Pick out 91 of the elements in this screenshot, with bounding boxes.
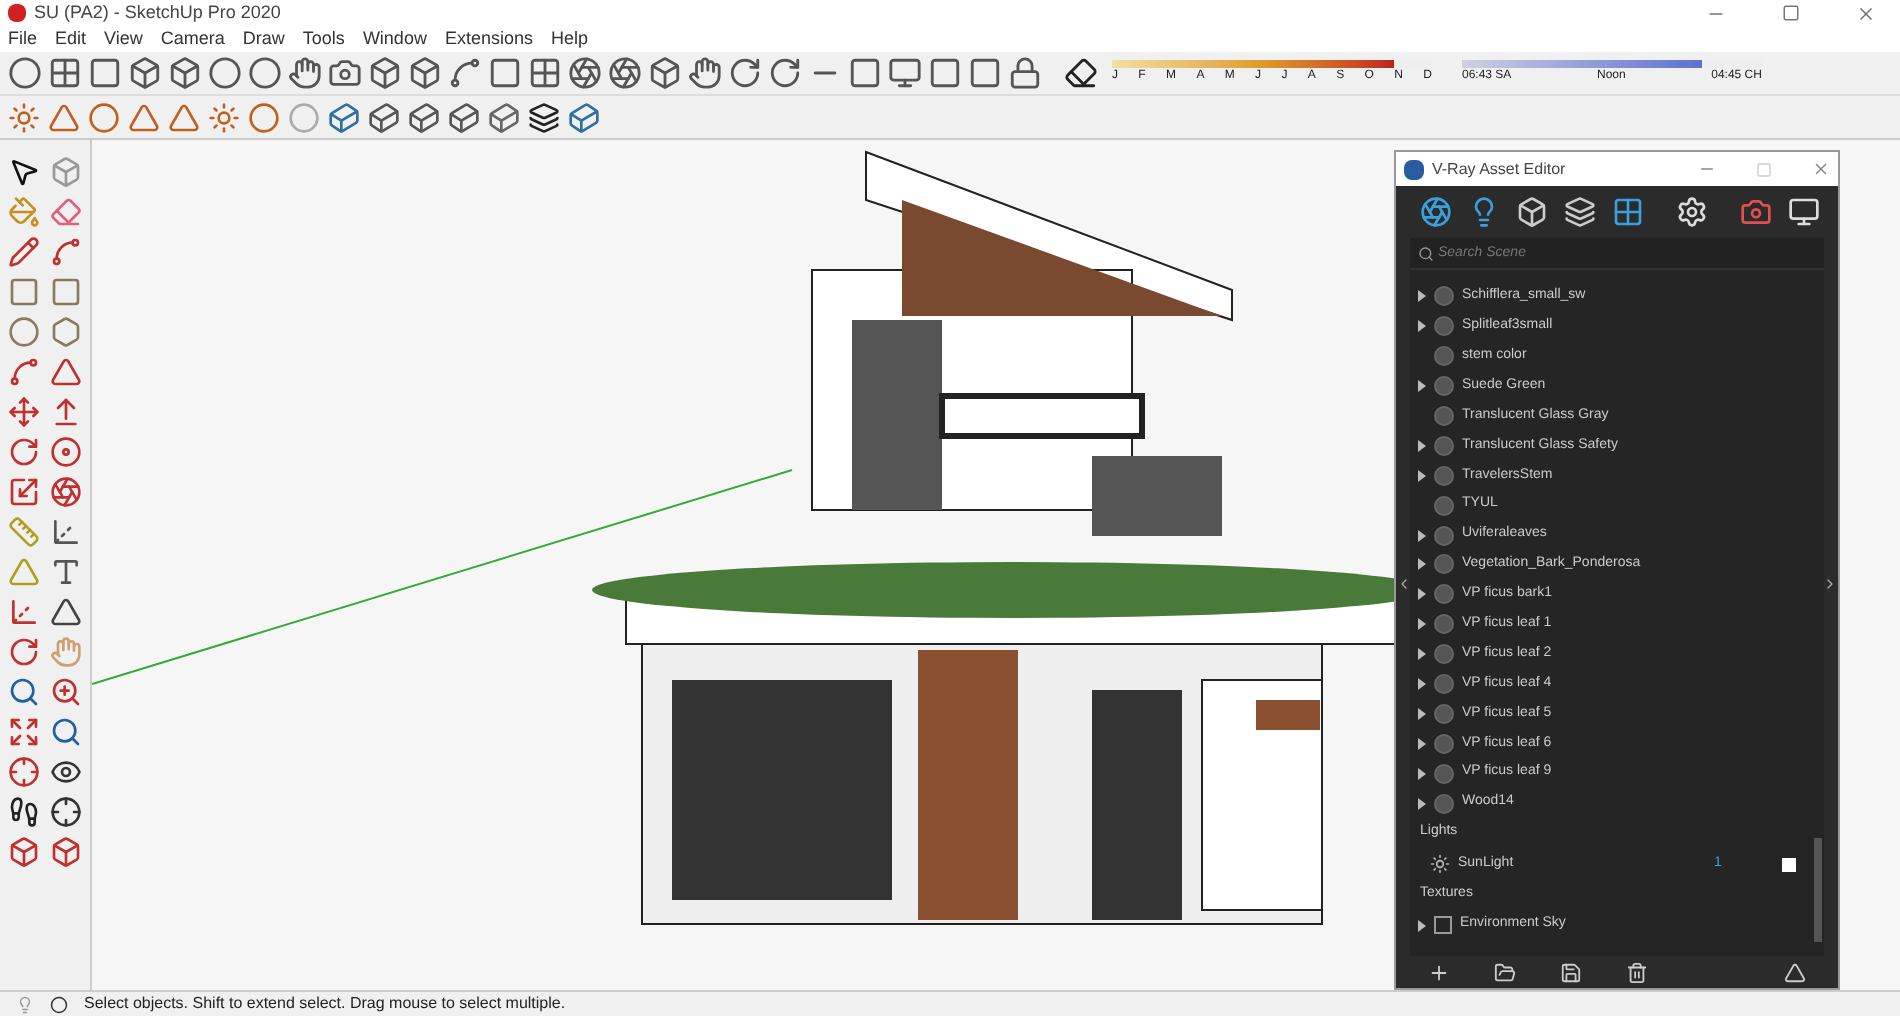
material-swatch-icon bbox=[1434, 763, 1454, 784]
lock-icon[interactable] bbox=[1008, 56, 1042, 90]
expand-arrow-icon[interactable] bbox=[1418, 797, 1426, 810]
menu-item[interactable]: Tools bbox=[302, 25, 345, 53]
front-view-icon[interactable] bbox=[168, 56, 202, 90]
expand-arrow-icon[interactable] bbox=[1418, 469, 1426, 482]
delete-icon[interactable] bbox=[1626, 961, 1648, 983]
pointer-icon[interactable] bbox=[8, 156, 41, 188]
expand-arrow-icon[interactable] bbox=[1418, 380, 1426, 393]
expand-arrow-icon[interactable] bbox=[1418, 320, 1426, 333]
save-icon[interactable] bbox=[1560, 961, 1582, 983]
select-hand-icon[interactable] bbox=[288, 56, 322, 90]
material-swatch-icon bbox=[1434, 406, 1454, 426]
scrollbar[interactable] bbox=[1814, 838, 1822, 942]
material-swatch-icon bbox=[1434, 286, 1454, 307]
crosshair-icon[interactable] bbox=[49, 796, 82, 828]
material-swatch-icon bbox=[1434, 703, 1454, 724]
rotated-rectangle-icon[interactable] bbox=[49, 276, 82, 308]
collapse-right-icon[interactable] bbox=[1822, 576, 1838, 592]
menu-item[interactable]: Window bbox=[362, 25, 427, 53]
collapse-left-icon[interactable] bbox=[1396, 576, 1412, 592]
close-icon[interactable] bbox=[1812, 160, 1830, 178]
material-swatch-icon bbox=[1434, 674, 1454, 695]
material-swatch-icon bbox=[1434, 554, 1454, 575]
push-pull-icon[interactable] bbox=[49, 396, 82, 428]
layers-icon[interactable] bbox=[1564, 196, 1596, 228]
axes-icon[interactable] bbox=[8, 596, 41, 628]
rotate-icon[interactable] bbox=[8, 436, 41, 468]
vray-window-title: V-Ray Asset Editor bbox=[1432, 157, 1566, 181]
expand-arrow-icon[interactable] bbox=[1418, 618, 1426, 631]
sun-icon[interactable] bbox=[1430, 854, 1450, 875]
expand-arrow-icon[interactable] bbox=[1418, 439, 1426, 452]
menu-item[interactable]: View bbox=[104, 25, 143, 53]
app-logo-icon bbox=[8, 4, 26, 22]
rectangle-icon[interactable] bbox=[8, 276, 41, 308]
material-swatch-icon bbox=[1434, 644, 1454, 665]
expand-arrow-icon[interactable] bbox=[1418, 707, 1426, 720]
pencil-icon[interactable] bbox=[8, 236, 41, 268]
arc-icon[interactable] bbox=[8, 356, 41, 388]
material-swatch-icon bbox=[1434, 435, 1454, 456]
material-swatch-icon bbox=[1434, 376, 1454, 397]
material-swatch-icon bbox=[1434, 316, 1454, 337]
search-icon[interactable] bbox=[1418, 246, 1434, 262]
expand-arrow-icon[interactable] bbox=[1418, 588, 1426, 601]
expand-arrow-icon[interactable] bbox=[1418, 678, 1426, 691]
text-icon[interactable] bbox=[49, 556, 82, 588]
vray-render-icon[interactable] bbox=[328, 56, 362, 90]
render-icon[interactable] bbox=[1740, 196, 1772, 228]
look-around-icon[interactable] bbox=[49, 756, 82, 788]
expand-arrow-icon[interactable] bbox=[1418, 767, 1426, 780]
expand-arrow-icon[interactable] bbox=[1418, 558, 1426, 571]
orbit-icon[interactable] bbox=[8, 636, 41, 668]
material-swatch-icon bbox=[1434, 495, 1454, 516]
maximize-icon[interactable] bbox=[1782, 4, 1800, 22]
expand-arrow-icon[interactable] bbox=[1418, 737, 1426, 750]
polygon-icon[interactable] bbox=[49, 316, 82, 348]
menu-item[interactable]: Draw bbox=[242, 25, 285, 53]
menu-item[interactable]: Extensions bbox=[444, 25, 533, 53]
material-swatch-icon bbox=[1434, 793, 1454, 814]
material-swatch-icon bbox=[1434, 614, 1454, 635]
sun-icon[interactable] bbox=[8, 101, 40, 133]
material-swatch-icon bbox=[1434, 584, 1454, 605]
menu-item[interactable]: Edit bbox=[55, 25, 87, 53]
light-toggle[interactable] bbox=[1782, 857, 1796, 872]
material-swatch-icon bbox=[1434, 733, 1454, 754]
zoom-window-icon[interactable] bbox=[49, 676, 82, 708]
move-icon[interactable] bbox=[8, 396, 41, 428]
settings-icon[interactable] bbox=[1676, 196, 1708, 228]
geometry-icon[interactable] bbox=[1516, 196, 1548, 228]
vray-logo-icon bbox=[1404, 159, 1424, 179]
top-view-icon[interactable] bbox=[128, 56, 162, 90]
menu-item[interactable]: Camera bbox=[160, 25, 225, 53]
material-swatch-icon bbox=[1434, 465, 1454, 486]
status-message: Select objects. Shift to extend select. Drag mouse to select multiple. bbox=[84, 992, 566, 1016]
expand-arrow-icon[interactable] bbox=[1418, 290, 1426, 303]
menu-item[interactable]: File bbox=[8, 25, 38, 53]
freehand-icon[interactable] bbox=[49, 236, 82, 268]
close-icon[interactable] bbox=[1856, 3, 1876, 23]
circle-icon[interactable] bbox=[8, 316, 41, 348]
window-title: SU (PA2) - SketchUp Pro 2020 bbox=[34, 0, 281, 26]
expand-arrow-icon[interactable] bbox=[1418, 648, 1426, 661]
zoom-extents-icon[interactable] bbox=[8, 716, 41, 748]
menu-item[interactable]: Help bbox=[550, 25, 588, 53]
expand-arrow-icon[interactable] bbox=[1418, 919, 1426, 932]
zoom-icon[interactable] bbox=[8, 676, 41, 708]
expand-arrow-icon[interactable] bbox=[1418, 529, 1426, 542]
walk-icon[interactable] bbox=[8, 796, 41, 828]
material-swatch-icon bbox=[1434, 525, 1454, 546]
add-material-icon[interactable] bbox=[1428, 961, 1450, 983]
material-swatch-icon bbox=[1434, 346, 1454, 367]
open-icon[interactable] bbox=[1494, 961, 1516, 983]
